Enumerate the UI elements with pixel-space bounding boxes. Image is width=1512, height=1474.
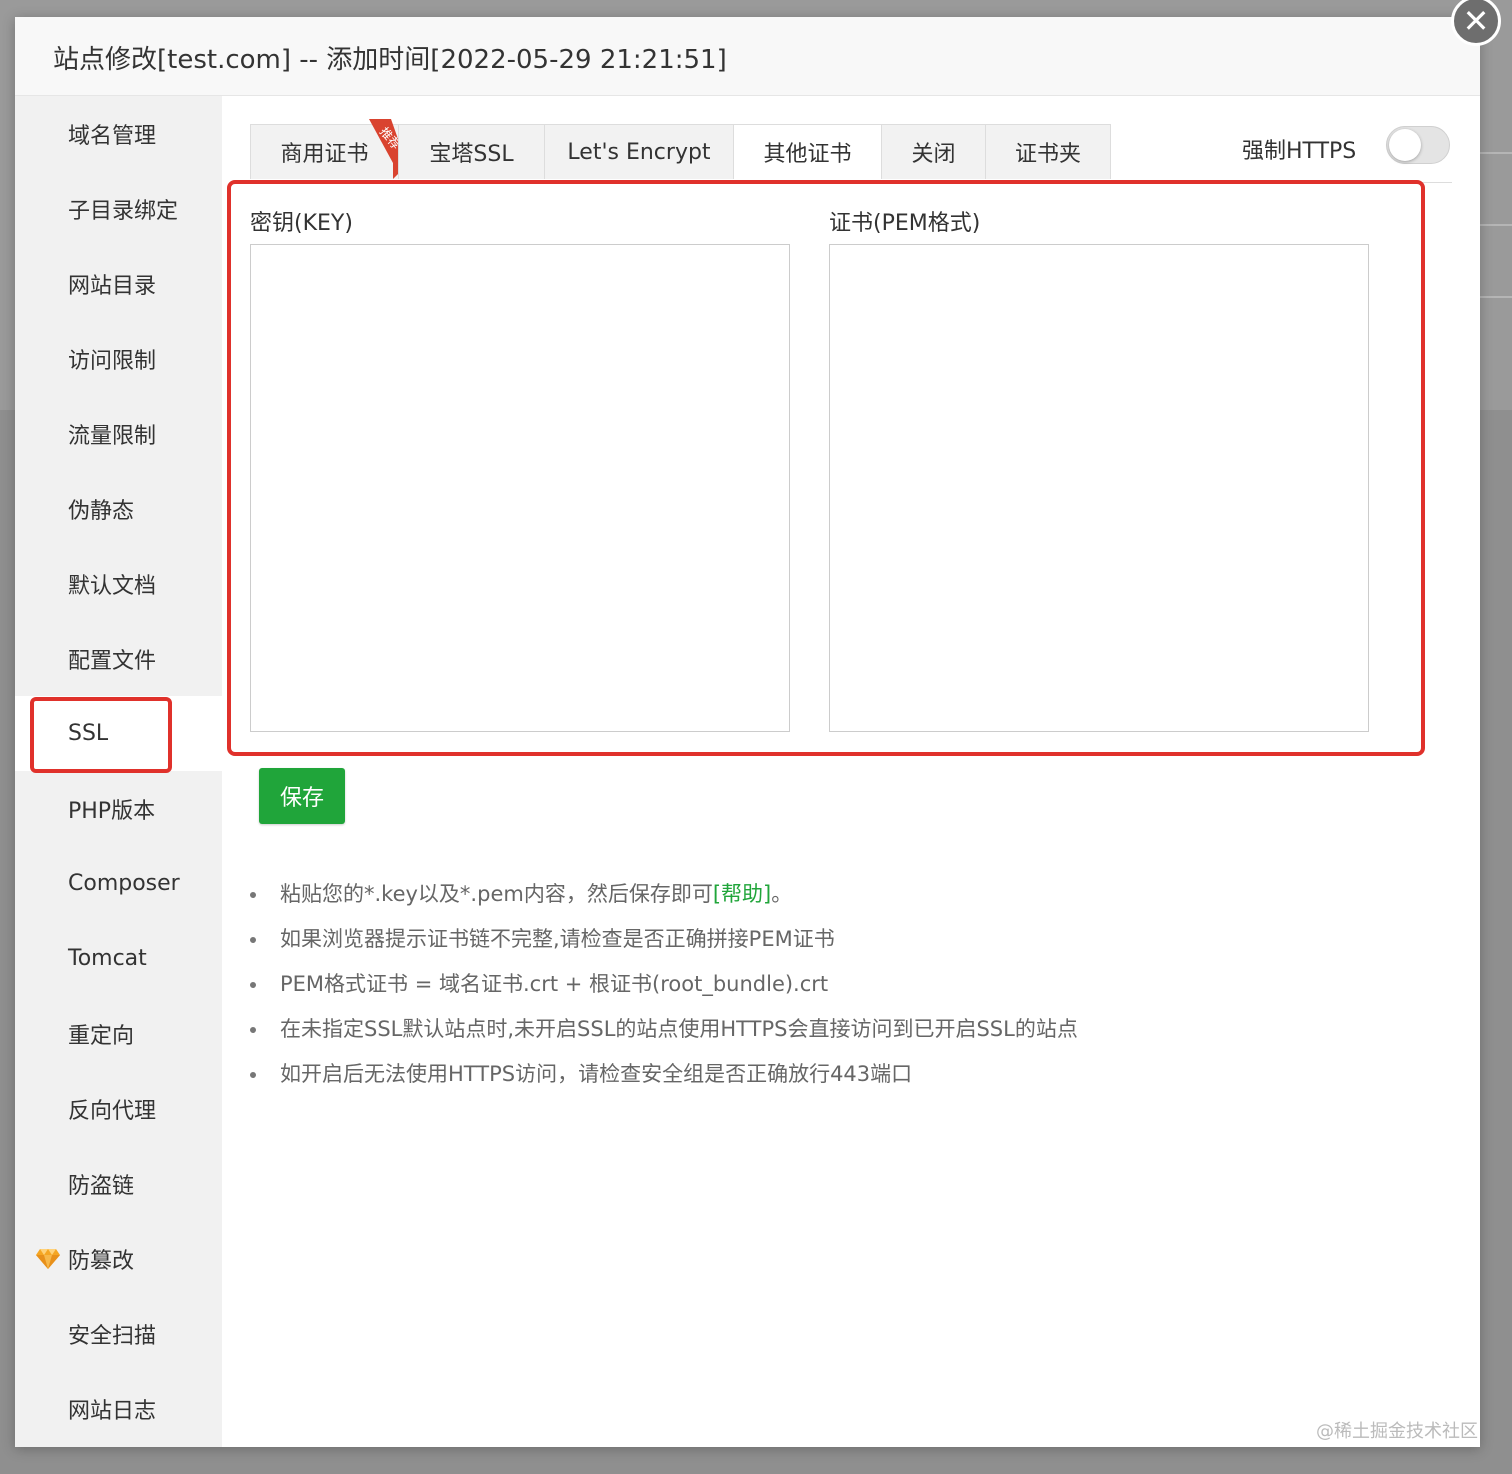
background-divider (1480, 152, 1512, 154)
tab-lets-encrypt[interactable]: Let's Encrypt (544, 124, 734, 179)
tip-item: 如开启后无法使用HTTPS访问，请检查安全组是否正确放行443端口 (245, 1056, 1078, 1101)
background-divider (1480, 224, 1512, 226)
sidebar-item-default-document[interactable]: 默认文档 (15, 546, 222, 621)
force-https-label: 强制HTTPS (1242, 139, 1357, 164)
tip-item: PEM格式证书 = 域名证书.crt + 根证书(root_bundle).cr… (245, 966, 1078, 1011)
pem-textarea[interactable] (829, 244, 1369, 732)
dialog-title-bar: 站点修改[test.com] -- 添加时间[2022-05-29 21:21:… (15, 17, 1480, 96)
tab-close[interactable]: 关闭 (881, 124, 986, 179)
sidebar-item-traffic-limit[interactable]: 流量限制 (15, 396, 222, 471)
force-https-toggle[interactable] (1386, 126, 1450, 164)
tab-other-cert[interactable]: 其他证书 (733, 124, 882, 179)
sidebar-item-site-directory[interactable]: 网站目录 (15, 246, 222, 321)
sidebar-item-access-limit[interactable]: 访问限制 (15, 321, 222, 396)
tip-item: 粘贴您的*.key以及*.pem内容，然后保存即可[帮助]。 (245, 876, 1078, 921)
tips-list: 粘贴您的*.key以及*.pem内容，然后保存即可[帮助]。 如果浏览器提示证书… (245, 876, 1078, 1101)
dialog-title: 站点修改[test.com] -- 添加时间[2022-05-29 21:21:… (53, 45, 727, 75)
key-label: 密钥(KEY) (250, 211, 353, 236)
sidebar-item-tamper-protection[interactable]: 防篡改 (15, 1221, 222, 1296)
sidebar-item-redirect[interactable]: 重定向 (15, 996, 222, 1071)
tip-item: 在未指定SSL默认站点时,未开启SSL的站点使用HTTPS会直接访问到已开启SS… (245, 1011, 1078, 1056)
gem-icon (36, 1249, 60, 1269)
sidebar-item-security-scan[interactable]: 安全扫描 (15, 1296, 222, 1371)
help-link[interactable]: [帮助] (713, 882, 771, 906)
background-divider (1480, 296, 1512, 298)
sidebar-item-reverse-proxy[interactable]: 反向代理 (15, 1071, 222, 1146)
sidebar-item-site-logs[interactable]: 网站日志 (15, 1371, 222, 1446)
save-button[interactable]: 保存 (259, 768, 345, 824)
sidebar-item-config-file[interactable]: 配置文件 (15, 621, 222, 696)
key-textarea[interactable] (250, 244, 790, 732)
tab-baota-ssl[interactable]: 宝塔SSL (398, 124, 545, 179)
ssl-highlight-frame (30, 697, 172, 773)
watermark: @稀土掘金技术社区 (1316, 1421, 1478, 1442)
ssl-tabs: 商用证书 推荐 宝塔SSL Let's Encrypt 其他证书 关闭 证书夹 (250, 119, 1111, 179)
sidebar-item-php-version[interactable]: PHP版本 (15, 771, 222, 846)
sidebar-item-composer[interactable]: Composer (15, 846, 222, 921)
sidebar-item-hotlink-protection[interactable]: 防盗链 (15, 1146, 222, 1221)
sidebar-item-rewrite[interactable]: 伪静态 (15, 471, 222, 546)
sidebar-item-tomcat[interactable]: Tomcat (15, 921, 222, 996)
sidebar-item-domains[interactable]: 域名管理 (15, 96, 222, 171)
tab-cert-folder[interactable]: 证书夹 (985, 124, 1111, 179)
tip-item: 如果浏览器提示证书链不完整,请检查是否正确拼接PEM证书 (245, 921, 1078, 966)
tab-commercial-cert[interactable]: 商用证书 推荐 (250, 119, 405, 179)
toggle-knob (1389, 129, 1421, 161)
pem-label: 证书(PEM格式) (829, 211, 981, 236)
sidebar-item-subdirectory-binding[interactable]: 子目录绑定 (15, 171, 222, 246)
